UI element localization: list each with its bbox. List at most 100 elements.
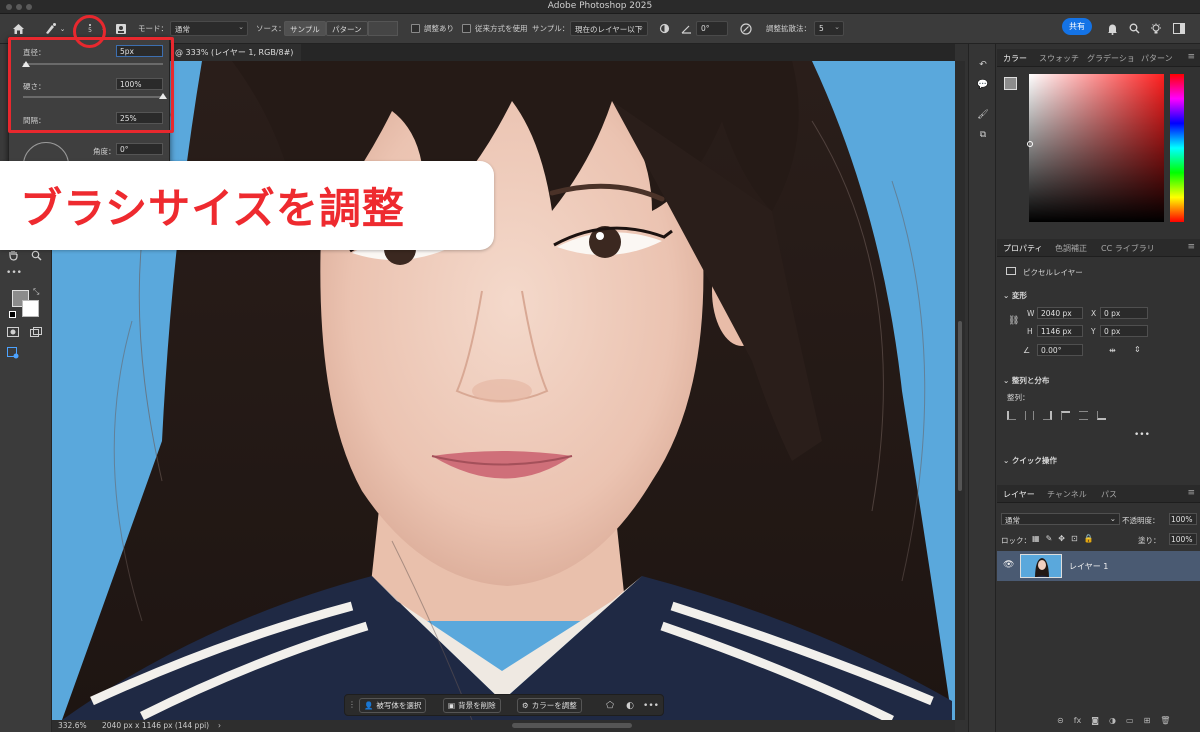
panel-menu-icon[interactable]: ≡: [1187, 488, 1195, 498]
aligned-checkbox[interactable]: [411, 24, 420, 33]
lock-transparent-icon[interactable]: ▦: [1032, 534, 1040, 543]
quick-actions-header[interactable]: ⌄ クイック操作: [1003, 455, 1057, 466]
quick-mask-icon[interactable]: [6, 326, 20, 338]
eye-icon[interactable]: 👁: [1003, 560, 1014, 570]
tab-cc-libraries[interactable]: CC ライブラリ: [1101, 243, 1155, 254]
search-icon[interactable]: [1126, 19, 1142, 38]
align-center-h-icon[interactable]: [1025, 411, 1034, 420]
height-field[interactable]: 1146 px: [1037, 325, 1083, 337]
document-info[interactable]: 2040 px x 1146 px (144 ppi): [102, 721, 209, 730]
swap-colors-icon[interactable]: ⤡: [33, 287, 39, 297]
lock-pixels-icon[interactable]: ✎: [1046, 534, 1053, 543]
angle-field[interactable]: 0°: [696, 21, 728, 36]
delete-layer-icon[interactable]: 🗑: [1160, 716, 1170, 725]
fx-icon[interactable]: fx: [1074, 716, 1082, 725]
bell-icon[interactable]: [1104, 19, 1120, 38]
document-canvas[interactable]: [52, 61, 955, 720]
clone-source-panel-icon[interactable]: [112, 19, 130, 38]
source-sampled-button[interactable]: サンプル: [284, 21, 326, 36]
align-left-icon[interactable]: [1007, 411, 1016, 420]
tab-adjustments[interactable]: 色調補正: [1055, 243, 1087, 254]
hue-slider[interactable]: [1170, 74, 1184, 222]
select-subject-button[interactable]: 👤 被写体を選択: [359, 698, 427, 713]
tab-layers[interactable]: レイヤー: [1003, 489, 1035, 500]
color-picker-cursor[interactable]: [1027, 141, 1033, 147]
tab-patterns[interactable]: パターン: [1141, 53, 1173, 64]
more-options-icon[interactable]: •••: [643, 699, 659, 713]
use-legacy-checkbox[interactable]: [462, 24, 471, 33]
tab-properties[interactable]: プロパティ: [1003, 243, 1043, 254]
source-pattern-button[interactable]: パターン: [326, 21, 368, 36]
tab-paths[interactable]: パス: [1101, 489, 1117, 500]
sample-select[interactable]: 現在のレイヤー以下 ⌄: [570, 21, 648, 36]
hand-tool-icon[interactable]: [6, 248, 20, 262]
screen-mode-icon[interactable]: [29, 326, 43, 338]
clone-source-icon[interactable]: ⧉: [975, 128, 991, 142]
horizontal-scrollbar[interactable]: [512, 723, 632, 728]
y-field[interactable]: 0 px: [1100, 325, 1148, 337]
align-section-header[interactable]: ⌄ 整列と分布: [1003, 375, 1049, 386]
mode-select[interactable]: 通常 ⌄: [170, 21, 248, 36]
history-icon[interactable]: ↶: [975, 58, 991, 72]
adjust-color-button[interactable]: ⚙ カラーを調整: [517, 698, 582, 713]
ignore-adjustment-layers-icon[interactable]: [656, 19, 672, 38]
panel-menu-icon[interactable]: ≡: [1187, 52, 1195, 62]
more-tools-icon[interactable]: •••: [6, 269, 22, 278]
healing-brush-tool-preset-picker[interactable]: ⌄: [38, 19, 70, 38]
workspace-icon[interactable]: [1170, 19, 1188, 38]
more-align-options-icon[interactable]: •••: [1134, 430, 1150, 440]
lock-artboard-icon[interactable]: ⊡: [1071, 534, 1078, 543]
diffusion-select[interactable]: 5 ⌄: [814, 21, 844, 36]
align-middle-v-icon[interactable]: [1079, 411, 1088, 420]
add-mask-icon[interactable]: ◙: [1091, 716, 1099, 725]
panel-menu-icon[interactable]: ≡: [1187, 242, 1195, 252]
default-colors-icon[interactable]: [9, 311, 16, 318]
group-icon[interactable]: ▭: [1126, 716, 1134, 725]
brush-settings-icon[interactable]: 🖌: [975, 108, 991, 122]
vertical-scrollbar[interactable]: [955, 61, 965, 720]
angle-field[interactable]: 0°: [116, 143, 163, 155]
layer-row[interactable]: 👁 レイヤー 1: [997, 551, 1200, 581]
x-field[interactable]: 0 px: [1100, 307, 1148, 319]
remove-background-button[interactable]: ▣ 背景を削除: [443, 698, 501, 713]
rotation-field[interactable]: 0.00°: [1037, 344, 1083, 356]
adjustment-layer-icon[interactable]: ◑: [1109, 716, 1116, 725]
chevron-right-icon[interactable]: ›: [218, 721, 221, 730]
mask-icon[interactable]: ◐: [623, 699, 637, 713]
link-layers-icon[interactable]: ⊝: [1057, 716, 1064, 725]
scroll-thumb[interactable]: [958, 321, 962, 491]
tab-swatches[interactable]: スウォッチ: [1039, 53, 1079, 64]
transform-section-header[interactable]: ⌄ 変形: [1003, 290, 1027, 301]
comments-icon[interactable]: 💬: [975, 78, 991, 92]
background-color-swatch[interactable]: [22, 300, 39, 317]
lock-all-icon[interactable]: 🔒: [1084, 534, 1094, 543]
link-icon[interactable]: ⛓: [1008, 316, 1019, 326]
width-field[interactable]: 2040 px: [1037, 307, 1083, 319]
tab-gradients[interactable]: グラデーショ: [1087, 53, 1135, 64]
drag-handle-icon[interactable]: ⋮: [348, 700, 356, 709]
document-tab[interactable]: @ 333% (レイヤー 1, RGB/8#): [171, 44, 301, 61]
lightbulb-icon[interactable]: [1148, 19, 1164, 38]
tab-channels[interactable]: チャンネル: [1047, 489, 1087, 500]
new-layer-icon[interactable]: ⊞: [1144, 716, 1151, 725]
tab-color[interactable]: カラー: [1003, 53, 1027, 64]
flip-horizontal-icon[interactable]: ⇹: [1109, 346, 1116, 355]
pattern-picker[interactable]: [368, 21, 398, 36]
opacity-field[interactable]: 100%: [1169, 513, 1197, 525]
transform-icon[interactable]: ⬠: [603, 699, 617, 713]
color-field[interactable]: [1029, 74, 1164, 222]
flip-vertical-icon[interactable]: ⇕: [1134, 345, 1141, 354]
align-bottom-icon[interactable]: [1097, 411, 1106, 420]
zoom-level[interactable]: 332.6%: [58, 721, 87, 730]
pressure-size-icon[interactable]: [738, 19, 754, 38]
lock-position-icon[interactable]: ✥: [1058, 534, 1065, 543]
blend-mode-select[interactable]: 通常 ⌄: [1001, 513, 1120, 525]
color-foreground-swatch[interactable]: [1004, 77, 1017, 90]
share-button[interactable]: 共有: [1062, 18, 1092, 35]
zoom-tool-icon[interactable]: [29, 248, 43, 262]
home-icon[interactable]: [8, 19, 28, 38]
align-right-icon[interactable]: [1043, 411, 1052, 420]
fill-field[interactable]: 100%: [1169, 533, 1197, 545]
generate-image-icon[interactable]: [6, 346, 20, 360]
align-top-icon[interactable]: [1061, 411, 1070, 420]
